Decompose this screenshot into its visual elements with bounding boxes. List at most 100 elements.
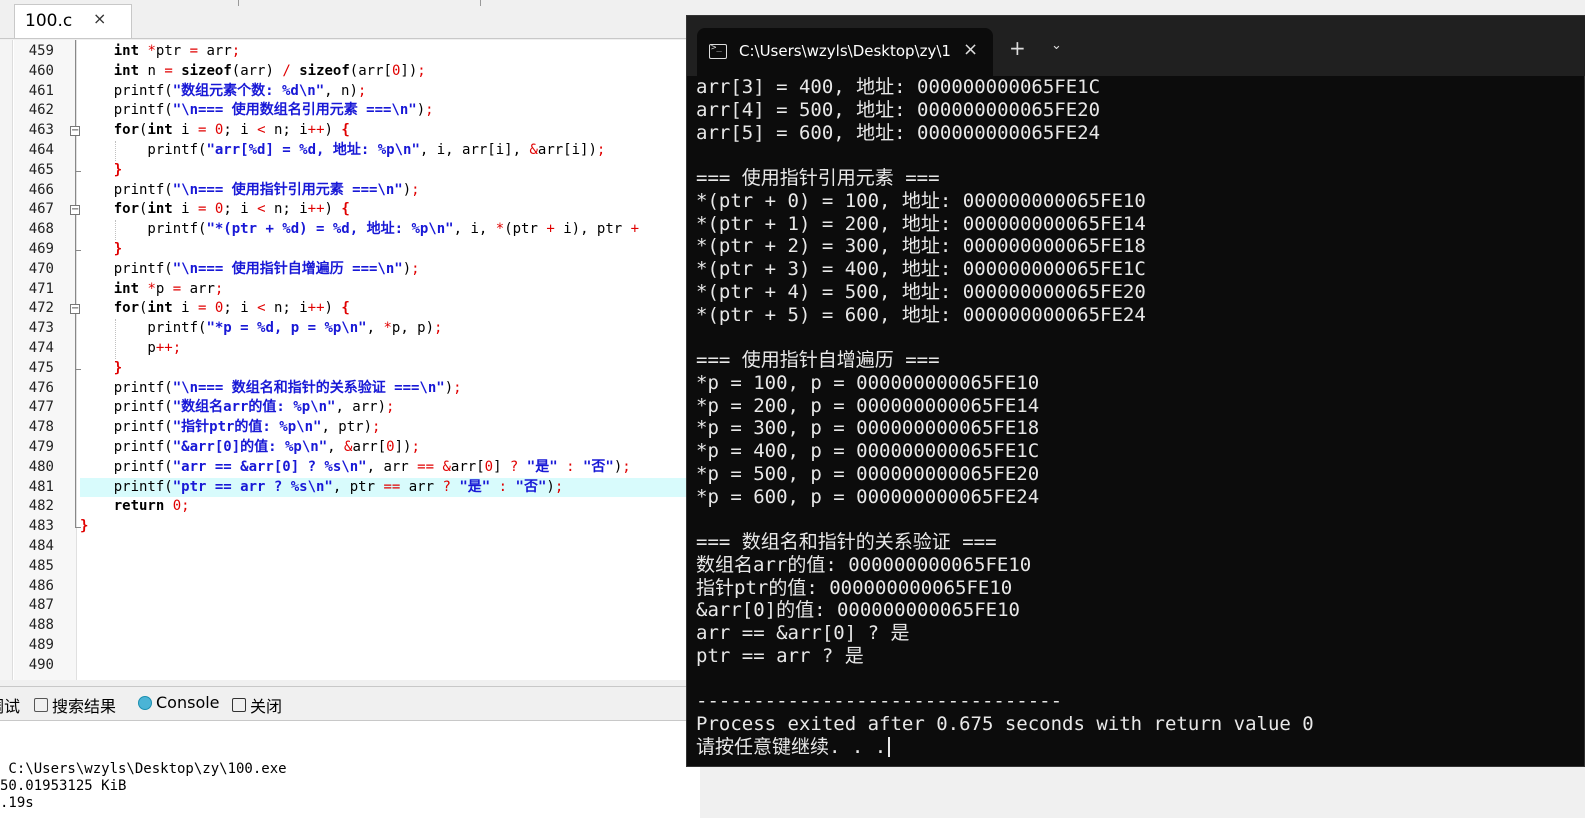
code-token: i), ptr bbox=[554, 221, 631, 238]
code-line[interactable]: printf("arr == &arr[0] ? %s\n", arr == &… bbox=[80, 458, 631, 478]
code-token: for bbox=[113, 201, 140, 218]
code-token: i bbox=[172, 122, 199, 139]
code-token: printf( bbox=[80, 82, 173, 99]
code-line[interactable]: for(int i = 0; i < n; i++) { bbox=[80, 299, 350, 319]
tab-100-c[interactable]: 100.c × bbox=[14, 4, 132, 38]
code-line[interactable]: printf("数组元素个数: %d\n", n); bbox=[80, 82, 367, 102]
terminal-line: *(ptr + 1) = 200, 地址: 000000000065FE14 bbox=[696, 213, 1146, 236]
terminal-window[interactable]: C:\Users\wzyls\Desktop\zy\100.exe × + ⌄ … bbox=[686, 15, 1585, 767]
code-line[interactable]: for(int i = 0; i < n; i++) { bbox=[80, 121, 350, 141]
line-number: 477 bbox=[28, 399, 54, 416]
close-icon[interactable]: × bbox=[963, 39, 978, 60]
chevron-down-icon[interactable]: ⌄ bbox=[1051, 38, 1062, 53]
code-line[interactable]: printf("数组名arr的值: %p\n", arr); bbox=[80, 398, 395, 418]
terminal-tab[interactable]: C:\Users\wzyls\Desktop\zy\100.exe × bbox=[697, 28, 993, 76]
fold-toggle-icon[interactable]: − bbox=[70, 126, 80, 137]
code-token: ++ bbox=[155, 340, 173, 356]
code-token: ) bbox=[416, 102, 426, 119]
code-line[interactable]: int *ptr = arr; bbox=[80, 42, 240, 62]
line-number: 480 bbox=[28, 458, 54, 475]
code-line[interactable]: } bbox=[80, 240, 122, 260]
code-token: , ptr bbox=[332, 478, 384, 495]
code-line[interactable]: printf("\n=== 使用指针引用元素 ===\n"); bbox=[80, 181, 420, 201]
code-token: , ptr) bbox=[321, 419, 373, 436]
code-token: } bbox=[80, 518, 89, 535]
terminal-line: *p = 300, p = 000000000065FE18 bbox=[696, 417, 1039, 440]
fold-toggle-icon[interactable]: − bbox=[70, 304, 80, 315]
line-number: 478 bbox=[28, 419, 54, 436]
bottom-tab-0[interactable]: 调试 bbox=[0, 693, 20, 717]
divider bbox=[238, 0, 239, 6]
new-tab-button[interactable]: + bbox=[1009, 36, 1026, 60]
code-token: ptr bbox=[155, 43, 190, 59]
code-line[interactable]: } bbox=[80, 517, 88, 537]
search-results-icon bbox=[34, 698, 48, 712]
code-token: int bbox=[113, 43, 140, 59]
bottom-tab-3[interactable]: 关闭 bbox=[232, 693, 282, 717]
scrollbar[interactable] bbox=[1576, 76, 1582, 766]
code-line[interactable]: printf("\n=== 使用数组名引用元素 ===\n"); bbox=[80, 101, 434, 121]
code-line[interactable]: printf("指针ptr的值: %p\n", ptr); bbox=[80, 418, 381, 438]
code-token: ; bbox=[172, 340, 182, 356]
code-line[interactable]: for(int i = 0; i < n; i++) { bbox=[80, 200, 350, 220]
code-token: printf( bbox=[80, 439, 173, 455]
code-line[interactable]: printf("*(ptr + %d) = %d, 地址: %p\n", i, … bbox=[80, 220, 639, 240]
code-token: printf( bbox=[80, 221, 207, 238]
code-line[interactable]: int n = sizeof(arr) / sizeof(arr[0]); bbox=[80, 62, 426, 82]
line-number: 487 bbox=[28, 597, 54, 614]
code-area[interactable]: int *ptr = arr; int n = sizeof(arr) / si… bbox=[80, 40, 700, 680]
code-line[interactable]: printf("*p = %d, p = %p\n", *p, p); bbox=[80, 319, 442, 339]
code-editor[interactable]: 459 460 461 462 463 464 465 466 467 468 469 470 471 4… bbox=[0, 40, 700, 680]
line-number: 486 bbox=[28, 577, 54, 594]
code-line[interactable]: printf("ptr == arr ? %s\n", ptr == arr ?… bbox=[80, 477, 700, 498]
bottom-tab-2[interactable]: Console bbox=[138, 693, 220, 712]
terminal-line: *p = 100, p = 000000000065FE10 bbox=[696, 372, 1039, 395]
code-token: ; bbox=[386, 399, 395, 416]
terminal-icon bbox=[709, 43, 727, 59]
code-line[interactable]: printf("&arr[0]的值: %p\n", &arr[0]); bbox=[80, 438, 420, 458]
line-number: 472 bbox=[28, 300, 54, 317]
terminal-line: arr[3] = 400, 地址: 000000000065FE1C bbox=[696, 76, 1100, 99]
terminal-line: *p = 400, p = 000000000065FE1C bbox=[696, 440, 1039, 463]
code-token: ; bbox=[411, 439, 420, 455]
code-line[interactable]: } bbox=[80, 161, 122, 181]
code-line[interactable]: p++; bbox=[80, 339, 181, 359]
code-token: { bbox=[341, 122, 350, 139]
terminal-line: arr[5] = 600, 地址: 000000000065FE24 bbox=[696, 122, 1100, 145]
terminal-output[interactable]: arr[3] = 400, 地址: 000000000065FE1C arr[4]… bbox=[696, 76, 1576, 766]
line-number: 469 bbox=[28, 241, 54, 257]
code-line[interactable]: int *p = arr; bbox=[80, 280, 224, 300]
terminal-line-text: === 使用指针自增遍历 === bbox=[696, 349, 940, 371]
indent-guide bbox=[115, 319, 116, 359]
code-token: ) bbox=[613, 458, 623, 475]
code-token: ) bbox=[324, 122, 342, 139]
code-token: } bbox=[113, 161, 123, 178]
line-number: 463 bbox=[28, 122, 54, 139]
code-line[interactable]: printf("\n=== 数组名和指针的关系验证 ===\n"); bbox=[80, 379, 462, 399]
close-icon[interactable]: × bbox=[93, 9, 106, 28]
line-number: 489 bbox=[28, 637, 54, 653]
terminal-line-text: *(ptr + 0) = 100, 地址: 000000000065FE10 bbox=[696, 189, 1146, 212]
code-line[interactable]: } bbox=[80, 359, 122, 379]
terminal-line: 请按任意键继续. . . bbox=[696, 736, 891, 759]
code-token: i bbox=[172, 300, 199, 317]
code-line[interactable]: printf("arr[%d] = %d, 地址: %p\n", i, arr[… bbox=[80, 141, 605, 161]
code-token: "\n=== 使用指针自增遍历 ===\n" bbox=[172, 260, 403, 277]
code-line[interactable]: return 0; bbox=[80, 497, 190, 517]
code-token: int bbox=[147, 300, 173, 317]
fold-toggle-icon[interactable]: − bbox=[70, 205, 80, 216]
code-token: arr bbox=[198, 43, 232, 59]
code-token: (ptr bbox=[504, 221, 547, 238]
code-token: "arr[%d] = %d, 地址: %p\n" bbox=[206, 142, 420, 158]
code-line[interactable]: printf("\n=== 使用指针自增遍历 ===\n"); bbox=[80, 260, 420, 280]
bottom-tab-1[interactable]: 搜索结果 bbox=[34, 693, 116, 717]
line-number-gutter: 459 460 461 462 463 464 465 466 467 468 469 470 471 4… bbox=[14, 40, 81, 680]
